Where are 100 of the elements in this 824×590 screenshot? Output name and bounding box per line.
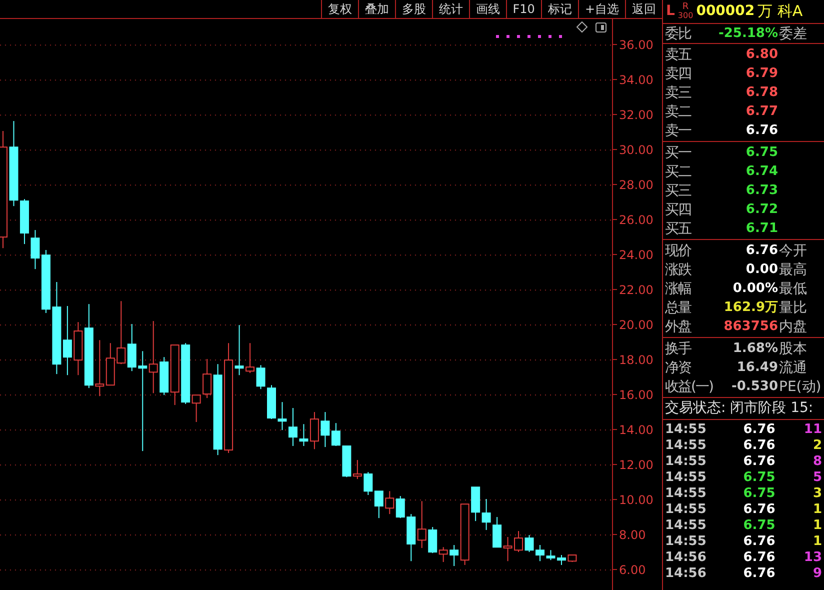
field-label: 股本: [778, 342, 807, 356]
candlestick: [536, 544, 544, 562]
toolbar-button[interactable]: 多股: [394, 0, 432, 18]
candlestick: [62, 305, 72, 376]
field-label: 买一: [665, 146, 692, 160]
trade-time: 14:55: [665, 534, 708, 548]
field-value: 6.74: [744, 165, 778, 178]
toolbar-button[interactable]: F10: [506, 0, 541, 18]
price-axis-label: 30.00: [619, 144, 654, 156]
toolbar-button[interactable]: 复权: [320, 0, 358, 18]
trade-volume: 13: [802, 550, 822, 564]
trade-price: 6.76: [742, 534, 776, 548]
window-toggle-icon[interactable]: [596, 22, 606, 32]
toolbar-button[interactable]: +自选: [578, 0, 625, 18]
candlestick: [95, 340, 104, 397]
field-label: PE(动): [778, 380, 822, 394]
candlestick: [396, 496, 405, 519]
dotted-marker-drawing: [496, 35, 562, 38]
price-axis-label: 34.00: [619, 74, 654, 86]
candlestick: [288, 408, 298, 446]
field-value: 0.00: [744, 263, 778, 276]
field-value: 6.71: [744, 222, 778, 235]
toolbar-button[interactable]: 标记: [540, 0, 578, 18]
field-label: 量比: [778, 300, 807, 314]
field-label: 卖四: [665, 66, 692, 80]
field-label: 涨跌: [665, 262, 692, 276]
candlestick: [471, 486, 480, 522]
field-value: 863756: [722, 320, 778, 333]
stock-code: 000002: [696, 2, 755, 21]
field-label: 涨幅: [665, 282, 692, 296]
toolbar-button[interactable]: 叠加: [358, 0, 395, 18]
price-axis-label: 26.00: [619, 214, 654, 226]
trade-time: 14:55: [665, 422, 708, 436]
field-label: 买三: [665, 184, 692, 198]
field-value: 162.9万: [722, 301, 778, 314]
field-label: 流通: [778, 360, 807, 374]
price-axis-label: 20.00: [619, 318, 654, 330]
toolbar-button[interactable]: 返回: [625, 0, 662, 18]
trade-time: 14:55: [665, 438, 708, 452]
trade-time: 14:55: [665, 518, 708, 532]
trade-price: 6.76: [742, 438, 776, 452]
field-value: 6.76: [744, 244, 778, 257]
toolbar-button[interactable]: 统计: [432, 0, 469, 18]
field-value: 6.76: [744, 124, 778, 137]
candlestick: [267, 384, 276, 420]
trade-price: 6.75: [742, 518, 776, 532]
field-label: 买四: [665, 202, 692, 216]
field-label: 内盘: [778, 320, 807, 334]
trade-volume: 3: [812, 486, 822, 500]
trade-volume: 1: [812, 518, 822, 532]
trading-status: 交易状态: 闭市阶段 15:: [665, 399, 814, 418]
trade-price: 6.76: [742, 550, 776, 564]
candlestick: [278, 402, 287, 431]
trade-time: 14:55: [665, 454, 708, 468]
candlestick: [256, 364, 266, 390]
field-value: 6.77: [744, 105, 778, 118]
trade-price: 6.75: [742, 486, 776, 500]
stock-name: 万 科A: [758, 1, 803, 22]
field-label: 卖二: [665, 104, 692, 118]
field-label: 卖一: [665, 124, 692, 138]
candlestick: [482, 498, 491, 530]
price-axis-label: 32.00: [619, 108, 654, 120]
trade-volume: 5: [812, 470, 822, 484]
toolbar-button[interactable]: 画线: [468, 0, 506, 18]
field-label: 今开: [778, 244, 807, 258]
candlestick: [127, 324, 136, 372]
field-label: 最低: [778, 282, 807, 296]
field-label: 委比: [665, 26, 692, 40]
price-axis-label: 22.00: [619, 284, 654, 296]
field-value: 6.75: [744, 146, 778, 159]
candlestick: [417, 500, 426, 548]
field-label: 买二: [665, 164, 692, 178]
candlestick: [406, 514, 416, 562]
candlestick: [374, 490, 384, 519]
field-label: 总量: [665, 300, 692, 314]
candlestick: [503, 536, 512, 562]
diamond-icon[interactable]: [576, 21, 588, 33]
field-label: 委差: [778, 26, 807, 40]
price-axis-label: 14.00: [619, 424, 654, 436]
field-label: 买五: [665, 222, 692, 236]
field-value: 0.00%: [732, 282, 778, 295]
candlestick: [514, 530, 524, 553]
candlestick: [116, 300, 126, 365]
field-value: 6.79: [744, 67, 778, 80]
field-value: 6.80: [744, 48, 778, 61]
field-value: 6.72: [744, 203, 778, 216]
price-axis-label: 28.00: [619, 178, 654, 190]
trade-price: 6.76: [742, 566, 776, 580]
field-value: 6.78: [744, 86, 778, 99]
trade-price: 6.75: [742, 470, 776, 484]
index-mark: R: [682, 3, 689, 12]
field-label: 外盘: [665, 320, 692, 334]
field-label: 净资: [665, 360, 692, 374]
trade-price: 6.76: [742, 422, 776, 436]
price-axis-label: 16.00: [619, 388, 654, 400]
price-axis-label: 6.00: [619, 564, 646, 576]
candlestick: [568, 554, 577, 562]
trade-time: 14:56: [665, 566, 708, 580]
candlestick: [385, 490, 394, 515]
field-value: 6.73: [744, 184, 778, 197]
